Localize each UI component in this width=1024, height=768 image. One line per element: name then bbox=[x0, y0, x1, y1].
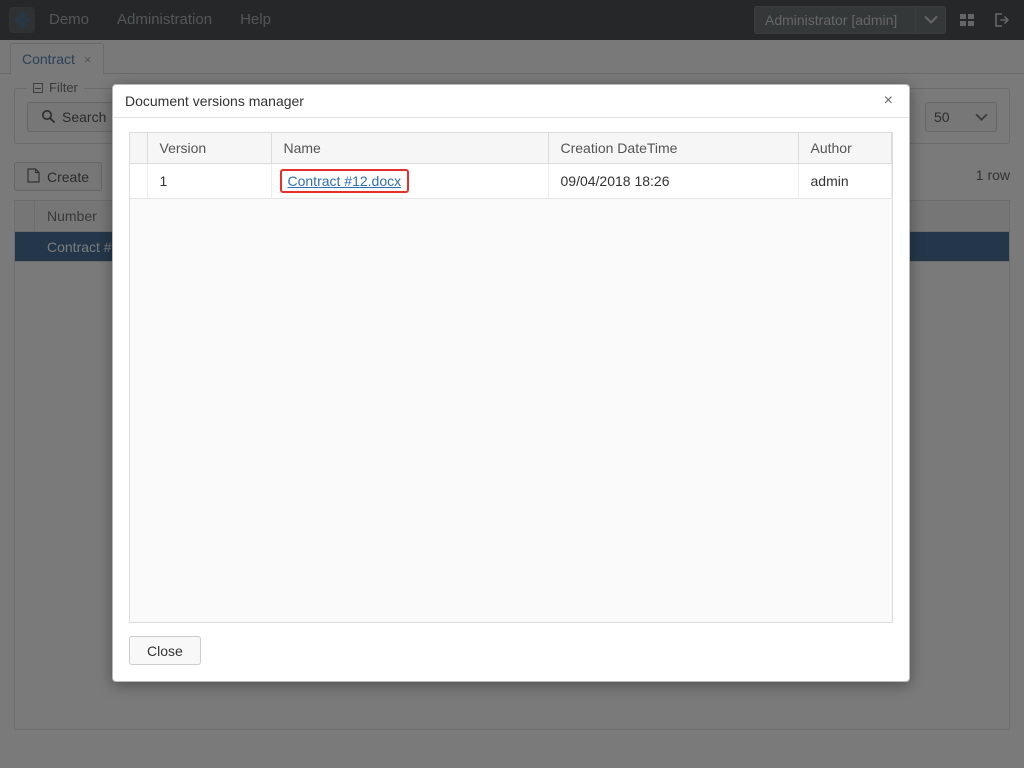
dialog-footer: Close bbox=[113, 623, 909, 681]
close-button[interactable]: Close bbox=[129, 636, 201, 665]
close-icon[interactable]: × bbox=[880, 91, 897, 111]
column-header-author[interactable]: Author bbox=[798, 133, 892, 164]
versions-table-head: Version Name Creation DateTime Author bbox=[130, 133, 892, 164]
cell-author: admin bbox=[798, 163, 892, 199]
selection-highlight-box: Contract #12.docx bbox=[279, 169, 410, 193]
cell-version: 1 bbox=[147, 163, 272, 199]
cell-creation-datetime: 09/04/2018 18:26 bbox=[548, 163, 799, 199]
document-download-link[interactable]: Contract #12.docx bbox=[288, 173, 402, 189]
dialog-title: Document versions manager bbox=[125, 93, 304, 109]
versions-header-gutter bbox=[130, 133, 148, 164]
column-header-name[interactable]: Name bbox=[271, 133, 549, 164]
versions-table: Version Name Creation DateTime Author 1 bbox=[130, 133, 892, 199]
app-root: Demo Administration Help Administrator [… bbox=[0, 0, 1024, 768]
column-header-creation-datetime[interactable]: Creation DateTime bbox=[548, 133, 799, 164]
versions-table-body: 1 Contract #12.docx 09/04/2018 18:26 adm… bbox=[130, 163, 892, 199]
document-versions-manager-dialog: Document versions manager × Version Name… bbox=[112, 84, 910, 682]
dialog-header: Document versions manager × bbox=[113, 85, 909, 118]
versions-table-header-row: Version Name Creation DateTime Author bbox=[130, 133, 892, 164]
column-header-version[interactable]: Version bbox=[147, 133, 272, 164]
table-row[interactable]: 1 Contract #12.docx 09/04/2018 18:26 adm… bbox=[130, 163, 892, 199]
versions-table-container: Version Name Creation DateTime Author 1 bbox=[129, 132, 893, 623]
close-button-label: Close bbox=[147, 642, 183, 659]
cell-name: Contract #12.docx bbox=[271, 163, 549, 199]
dialog-body: Version Name Creation DateTime Author 1 bbox=[113, 118, 909, 623]
row-gutter bbox=[130, 163, 148, 199]
